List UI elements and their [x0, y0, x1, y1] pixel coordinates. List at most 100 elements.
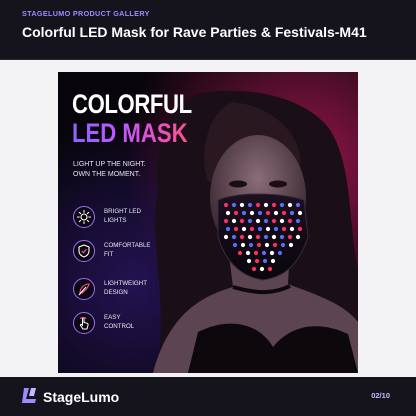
led-dot — [269, 250, 275, 256]
led-dot — [239, 202, 245, 208]
feature-line: COMFORTABLE — [104, 242, 151, 249]
led-dot — [231, 234, 237, 240]
led-dot — [255, 234, 261, 240]
led-dot — [247, 234, 253, 240]
led-dot — [237, 250, 243, 256]
led-dot — [247, 202, 253, 208]
led-dot — [231, 218, 237, 224]
led-dot — [288, 242, 294, 248]
led-dot — [239, 218, 245, 224]
shield-check-icon — [73, 240, 95, 262]
feature-text: LIGHTWEIGHT DESIGN — [104, 280, 147, 297]
led-dot — [297, 210, 303, 216]
led-dot — [265, 210, 271, 216]
led-dot — [272, 242, 278, 248]
led-dot — [271, 218, 277, 224]
tagline: LIGHT UP THE NIGHT. OWN THE MOMENT. — [73, 160, 183, 180]
led-dot — [279, 218, 285, 224]
led-dot — [251, 266, 257, 272]
product-image[interactable]: COLORFUL LED MASK LIGHT UP THE NIGHT. OW… — [58, 72, 358, 373]
led-dot — [233, 210, 239, 216]
led-dot — [247, 218, 253, 224]
led-dot — [257, 210, 263, 216]
sun-icon — [73, 206, 95, 228]
led-dot — [265, 226, 271, 232]
led-dot — [223, 234, 229, 240]
led-dot — [287, 202, 293, 208]
led-dot — [256, 242, 262, 248]
headline-led-mask: LED MASK — [72, 118, 188, 148]
tagline-line-2: OWN THE MOMENT. — [73, 171, 141, 178]
led-dot — [223, 218, 229, 224]
led-dot — [248, 242, 254, 248]
stagelumo-logo-icon — [22, 388, 36, 403]
led-dot — [231, 202, 237, 208]
feature-line: EASY — [104, 314, 121, 321]
led-dot — [263, 202, 269, 208]
led-dot — [295, 218, 301, 224]
brand-name: StageLumo — [43, 389, 120, 405]
gallery-label: STAGELUMO PRODUCT GALLERY — [22, 9, 150, 18]
feature-line: LIGHTS — [104, 216, 127, 224]
led-dot — [264, 242, 270, 248]
led-dot — [232, 242, 238, 248]
led-dot — [279, 202, 285, 208]
led-dot — [249, 210, 255, 216]
led-dot — [225, 226, 231, 232]
led-dot — [289, 226, 295, 232]
gallery-header: STAGELUMO PRODUCT GALLERY Colorful LED M… — [0, 0, 416, 60]
led-dot — [271, 234, 277, 240]
led-dot — [240, 242, 246, 248]
led-dot — [263, 234, 269, 240]
led-dot — [267, 266, 273, 272]
led-dot — [287, 218, 293, 224]
led-dot — [277, 250, 283, 256]
led-dot — [253, 250, 259, 256]
led-dot — [295, 202, 301, 208]
led-dot — [287, 234, 293, 240]
led-dot — [259, 266, 265, 272]
led-dot — [273, 226, 279, 232]
led-dot — [295, 234, 301, 240]
led-dot — [233, 226, 239, 232]
led-dot — [249, 226, 255, 232]
led-dot — [241, 210, 247, 216]
feature-lightweight: LIGHTWEIGHT DESIGN — [73, 278, 173, 306]
feature-comfortable-fit: COMFORTABLE FIT — [73, 240, 173, 268]
led-dot — [255, 202, 261, 208]
feature-line: CONTROL — [104, 322, 135, 330]
led-dot — [254, 258, 260, 264]
led-dot — [263, 218, 269, 224]
led-dot — [261, 250, 267, 256]
led-dot — [280, 242, 286, 248]
feature-line: FIT — [104, 250, 114, 258]
feature-text: COMFORTABLE FIT — [104, 242, 151, 259]
led-dot — [289, 210, 295, 216]
led-dot — [255, 218, 261, 224]
led-dot — [297, 226, 303, 232]
feature-line: LIGHTWEIGHT — [104, 280, 147, 287]
led-dot — [279, 234, 285, 240]
led-dot — [273, 210, 279, 216]
feature-easy-control: EASY CONTROL — [73, 312, 173, 340]
led-dot — [281, 210, 287, 216]
feature-text: EASY CONTROL — [104, 314, 134, 331]
headline-colorful: COLORFUL — [72, 89, 192, 119]
led-dot — [246, 258, 252, 264]
led-dot — [223, 202, 229, 208]
led-dot — [241, 226, 247, 232]
header-divider — [0, 59, 416, 60]
led-dot — [271, 202, 277, 208]
feature-text: BRIGHT LED LIGHTS — [104, 208, 141, 225]
feature-bright-led: BRIGHT LED LIGHTS — [73, 206, 173, 234]
led-dot — [281, 226, 287, 232]
led-dot — [262, 258, 268, 264]
feature-line: BRIGHT LED — [104, 208, 142, 215]
gallery-footer: StageLumo 02/10 — [0, 377, 416, 416]
led-dot — [225, 210, 231, 216]
feature-line: DESIGN — [104, 288, 128, 296]
led-dot — [270, 258, 276, 264]
touch-icon — [73, 312, 95, 334]
feather-icon — [73, 278, 95, 300]
led-dot — [245, 250, 251, 256]
